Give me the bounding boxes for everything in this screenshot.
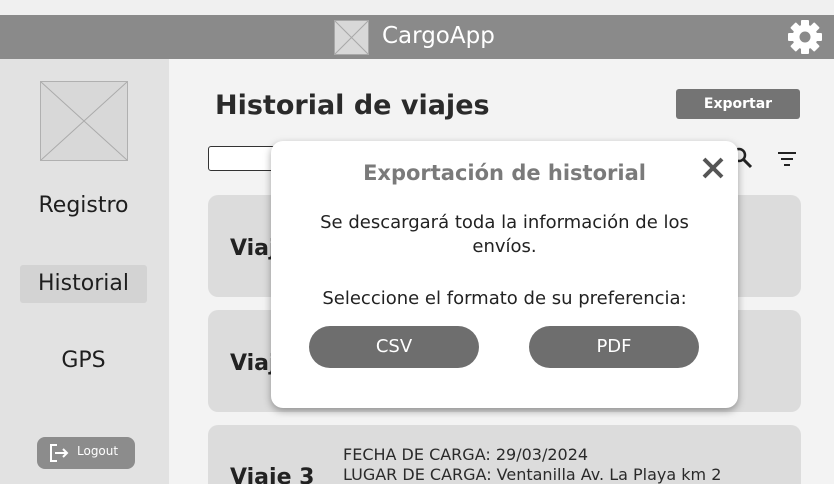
csv-button[interactable]: CSV	[309, 326, 479, 368]
page-title: Historial de viajes	[215, 90, 490, 121]
logout-icon	[50, 444, 69, 462]
sidebar: Registro Historial GPS Logout	[0, 59, 169, 484]
trip-title: Viaje 3	[230, 465, 315, 484]
logout-button[interactable]: Logout	[37, 437, 135, 469]
app-title: CargoApp	[382, 23, 495, 49]
pdf-button[interactable]: PDF	[529, 326, 699, 368]
app-header: CargoApp	[0, 15, 834, 59]
trip-card[interactable]: Viaje 3 FECHA DE CARGA: 29/03/2024 LUGAR…	[208, 425, 801, 484]
trip-fecha-carga: FECHA DE CARGA: 29/03/2024	[343, 445, 589, 464]
filter-icon[interactable]	[776, 148, 798, 170]
gear-icon[interactable]	[786, 18, 824, 56]
modal-message: Se descargará toda la información de los…	[320, 212, 689, 257]
top-strip	[0, 0, 834, 15]
image-placeholder-icon	[334, 20, 369, 55]
modal-prompt: Seleccione el formato de su preferencia:	[322, 288, 687, 309]
modal-title: Exportación de historial	[363, 161, 646, 185]
export-button[interactable]: Exportar	[676, 89, 800, 119]
avatar	[40, 81, 128, 161]
trip-details: FECHA DE CARGA: 29/03/2024 LUGAR DE CARG…	[343, 445, 721, 484]
sidebar-item-gps[interactable]: GPS	[20, 342, 147, 380]
export-modal: Exportación de historial Se descargará t…	[271, 141, 738, 408]
trip-lugar-carga: LUGAR DE CARGA: Ventanilla Av. La Playa …	[343, 465, 722, 484]
close-icon[interactable]	[701, 156, 725, 180]
trip-title: Viaj	[230, 236, 277, 261]
sidebar-item-historial[interactable]: Historial	[20, 265, 147, 303]
trip-title: Viaj	[230, 351, 277, 376]
logout-label: Logout	[77, 444, 119, 458]
sidebar-item-registro[interactable]: Registro	[20, 187, 147, 225]
